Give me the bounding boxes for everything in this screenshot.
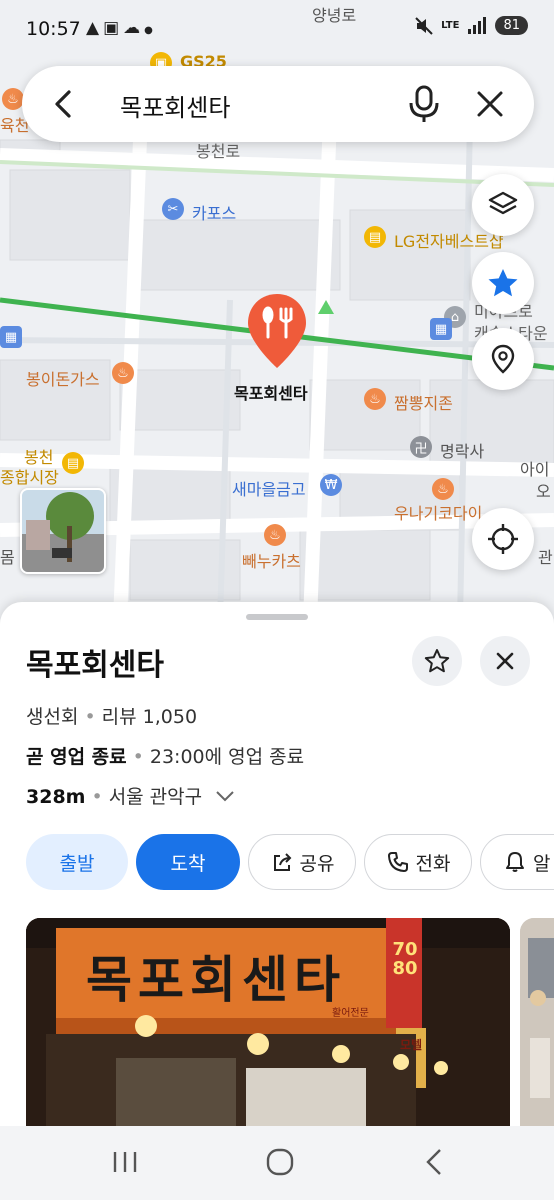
status-bar: 10:57 ▲▣☁● LTE 81 <box>0 0 554 56</box>
bus-stop-icon: ▦ <box>0 326 22 348</box>
status-time: 10:57 <box>26 18 81 40</box>
call-label: 전화 <box>415 852 451 875</box>
street-photo <box>22 490 104 572</box>
location-pin-icon <box>491 344 515 374</box>
share-button[interactable]: 공유 <box>248 834 356 890</box>
system-navigation-bar <box>0 1126 554 1200</box>
place-title: 목포회센타 <box>26 648 164 683</box>
selected-place-label[interactable]: 목포회센타 <box>234 380 308 404</box>
market-icon: ▤ <box>62 452 84 474</box>
signal-icon <box>468 16 487 34</box>
map-poi-label[interactable]: 관 <box>538 544 553 568</box>
next-photo-image <box>520 918 554 1148</box>
distance: 328m <box>26 786 86 808</box>
selected-place-pin[interactable] <box>246 292 308 372</box>
back-button[interactable] <box>410 1140 460 1186</box>
cloud-icon: ☁ <box>123 18 145 38</box>
alarm-label: 알 <box>533 852 551 875</box>
alarm-button[interactable]: 알 <box>480 834 554 890</box>
map-poi-label[interactable]: 몸 <box>0 544 15 568</box>
recents-button[interactable] <box>100 1140 150 1186</box>
place-photos: 목포회센타 활어전문 7080 모텔 <box>26 918 554 1148</box>
share-icon <box>273 853 291 871</box>
map-poi-label[interactable]: 아이 <box>520 456 549 480</box>
temple-icon: 卍 <box>410 436 432 458</box>
mute-icon <box>415 16 433 35</box>
hours-row[interactable]: 곧 영업 종료 • 23:00에 영업 종료 <box>26 742 304 769</box>
dot-icon: ● <box>144 25 157 36</box>
bus-stop-icon: ▦ <box>430 318 452 340</box>
favorites-button[interactable] <box>472 252 534 314</box>
next-photo[interactable] <box>520 918 554 1148</box>
status-system-icons: LTE 81 <box>415 16 528 35</box>
close-icon <box>496 652 514 670</box>
storefront-sign-text: 목포회센타 <box>86 951 346 1009</box>
sheet-drag-handle[interactable] <box>246 614 308 620</box>
layers-icon <box>488 191 518 215</box>
restaurant-pin-icon <box>248 294 306 368</box>
street-view-thumbnail[interactable] <box>20 488 106 574</box>
place-category-row: 생선회 • 리뷰 1,050 <box>26 706 198 728</box>
place-marker-button[interactable] <box>472 328 534 390</box>
screenshot-icon: ▣ <box>103 18 124 38</box>
close-sheet-button[interactable] <box>480 636 530 686</box>
place-detail-sheet[interactable]: 목포회센타 생선회 • 리뷰 1,050 곧 영업 종료 • 23:00에 영업 종료 … <box>0 602 554 1200</box>
map-poi-label[interactable]: 명락사 <box>440 438 484 462</box>
hours-detail: 23:00에 영업 종료 <box>149 746 305 768</box>
restaurant-icon: ♨ <box>264 524 286 546</box>
map-poi-label[interactable]: 카포스 <box>192 200 236 224</box>
share-label: 공유 <box>299 852 335 875</box>
network-type: LTE <box>441 19 460 31</box>
car-repair-icon: ✂ <box>162 198 184 220</box>
map-poi-label[interactable]: 짬뽕지존 <box>394 390 453 414</box>
storefront-photo[interactable]: 목포회센타 활어전문 7080 모텔 <box>26 918 510 1148</box>
arrive-label: 도착 <box>170 852 206 875</box>
back-arrow-icon[interactable] <box>44 84 84 124</box>
search-query-text[interactable]: 목포회센타 <box>120 88 230 123</box>
distance-row[interactable]: 328m • 서울 관악구 <box>26 782 236 809</box>
map-poi-label[interactable]: 새마을금고 <box>232 476 306 500</box>
bell-plus-icon <box>506 852 524 872</box>
region: 서울 관악구 <box>108 786 203 808</box>
my-location-button[interactable] <box>472 508 534 570</box>
restaurant-icon: ♨ <box>2 88 24 110</box>
restaurant-icon: ♨ <box>364 388 386 410</box>
place-category: 생선회 <box>26 706 79 728</box>
map-poi-label[interactable]: 우나기코다이 <box>394 500 482 524</box>
map-poi-label[interactable]: 봉이돈가스 <box>26 366 100 390</box>
map-poi-label[interactable]: 빼누카츠 <box>242 548 301 572</box>
depart-button[interactable]: 출발 <box>26 834 128 890</box>
search-bar[interactable]: 목포회센타 <box>22 66 534 142</box>
arrive-button[interactable]: 도착 <box>136 834 240 890</box>
side-sign-number: 7080 <box>392 939 418 979</box>
status-notification-icons: ▲▣☁● <box>86 18 157 38</box>
map-poi-label[interactable]: 종합시장 <box>0 464 59 488</box>
save-favorite-button[interactable] <box>412 636 462 686</box>
shop-icon: ▤ <box>364 226 386 248</box>
storefront-sub-sign: 활어전문 <box>332 1008 369 1019</box>
crosshair-icon <box>488 524 518 554</box>
home-button[interactable] <box>254 1140 306 1186</box>
map-layers-button[interactable] <box>472 174 534 236</box>
map-poi-label[interactable]: 오 <box>536 478 551 502</box>
star-outline-icon <box>424 649 450 673</box>
side-sign-motel: 모텔 <box>399 1038 423 1052</box>
hours-status: 곧 영업 종료 <box>26 746 127 768</box>
phone-icon <box>387 852 408 872</box>
depart-label: 출발 <box>59 852 95 875</box>
review-count[interactable]: 리뷰 1,050 <box>102 706 197 728</box>
restaurant-icon: ♨ <box>432 478 454 500</box>
close-icon[interactable] <box>472 86 508 122</box>
restaurant-icon: ♨ <box>112 362 134 384</box>
star-icon <box>488 269 518 297</box>
bank-icon: ₩ <box>320 474 342 496</box>
call-button[interactable]: 전화 <box>364 834 472 890</box>
warning-icon: ▲ <box>86 18 104 38</box>
battery-indicator: 81 <box>495 16 528 35</box>
chevron-down-icon <box>216 791 234 802</box>
microphone-icon[interactable] <box>404 83 444 125</box>
